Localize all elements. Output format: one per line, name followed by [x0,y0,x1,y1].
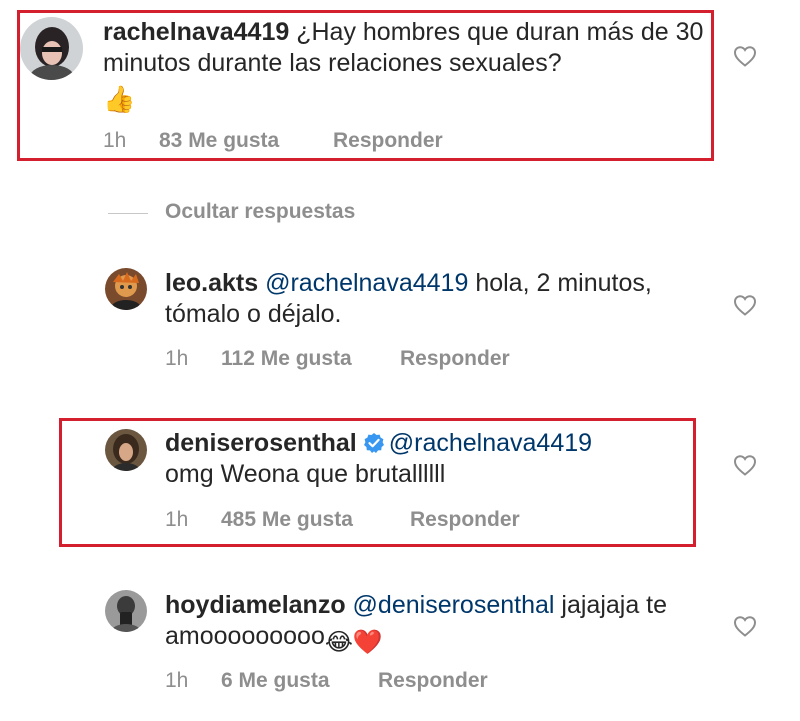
verified-badge-icon [363,431,385,453]
comment-text: hoydiamelanzo @deniserosenthal jajajaja … [165,590,705,658]
avatar-image [20,17,83,80]
comment-text: deniserosenthal @rachelnava4419 omg Weona… [165,428,685,490]
timestamp: 1h [165,508,189,531]
comment-body: omg Weona que brutallllll [165,460,446,488]
laughing-heart-emoji: 😂❤️ [324,629,383,656]
avatar-image [105,429,147,471]
reply-button[interactable]: Responder [410,508,520,532]
comment-meta: 1h 112 Me gusta Responder [165,347,585,373]
divider-line [108,213,148,214]
avatar[interactable] [105,590,147,632]
avatar-image [105,268,147,310]
likes-count[interactable]: 6 Me gusta [221,669,330,693]
username-link[interactable]: deniserosenthal [165,429,357,457]
likes-count[interactable]: 485 Me gusta [221,508,353,532]
comment-meta: 1h 83 Me gusta Responder [103,129,523,155]
like-heart-icon[interactable] [733,294,757,316]
comment-text: leo.akts @rachelnava4419 hola, 2 minutos… [165,268,685,330]
hide-replies-label: Ocultar respuestas [165,200,356,223]
reply-button[interactable]: Responder [400,347,510,371]
timestamp: 1h [165,347,189,370]
reply-button[interactable]: Responder [378,669,488,693]
mention-link[interactable]: @rachelnava4419 [265,269,468,297]
like-heart-icon[interactable] [733,454,757,476]
comment-meta: 1h 6 Me gusta Responder [165,669,585,695]
mention-link[interactable]: @deniserosenthal [353,591,555,619]
reply-button[interactable]: Responder [333,129,443,153]
username-link[interactable]: rachelnava4419 [103,18,289,46]
avatar-image [105,590,147,632]
comment-text: rachelnava4419 ¿Hay hombres que duran má… [103,17,708,115]
likes-count[interactable]: 83 Me gusta [159,129,279,153]
avatar[interactable] [20,17,83,80]
comment-meta: 1h 485 Me gusta Responder [165,508,585,534]
like-heart-icon[interactable] [733,45,757,67]
hide-replies-toggle[interactable]: Ocultar respuestas [108,200,408,228]
avatar[interactable] [105,429,147,471]
mention-link[interactable]: @rachelnava4419 [389,429,592,457]
like-heart-icon[interactable] [733,615,757,637]
username-link[interactable]: leo.akts [165,269,258,297]
likes-count[interactable]: 112 Me gusta [221,347,352,371]
timestamp: 1h [103,129,127,152]
timestamp: 1h [165,669,189,692]
thumbs-up-emoji: 👍 [103,84,136,114]
username-link[interactable]: hoydiamelanzo [165,591,346,619]
avatar[interactable] [105,268,147,310]
